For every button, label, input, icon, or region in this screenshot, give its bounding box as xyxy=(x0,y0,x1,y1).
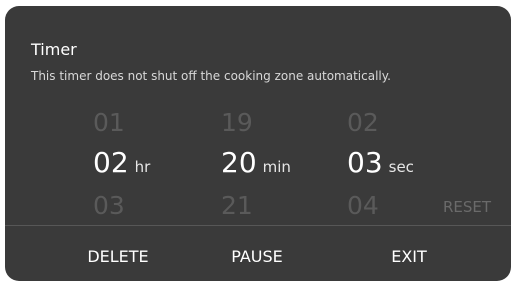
seconds-selected[interactable]: 03 sec xyxy=(347,146,414,184)
seconds-prev-value[interactable]: 02 xyxy=(347,108,379,138)
timer-dialog: Timer This timer does not shut off the c… xyxy=(5,6,511,281)
pause-button[interactable]: PAUSE xyxy=(205,247,309,267)
hours-prev-value[interactable]: 01 xyxy=(93,108,125,138)
delete-button[interactable]: DELETE xyxy=(65,247,171,267)
hours-value: 02 xyxy=(93,146,129,179)
reset-button[interactable]: RESET xyxy=(443,197,491,217)
hours-selected[interactable]: 02 hr xyxy=(93,146,150,184)
dialog-subtitle: This timer does not shut off the cooking… xyxy=(31,69,391,83)
dialog-title: Timer xyxy=(31,40,77,59)
exit-button[interactable]: EXIT xyxy=(359,247,459,267)
minutes-prev-value[interactable]: 19 xyxy=(221,108,253,138)
minutes-next-value[interactable]: 21 xyxy=(221,191,253,221)
minutes-selected[interactable]: 20 min xyxy=(221,146,291,184)
hours-next-value[interactable]: 03 xyxy=(93,191,125,221)
hours-unit: hr xyxy=(134,158,151,176)
seconds-unit: sec xyxy=(388,158,414,176)
minutes-unit: min xyxy=(262,158,291,176)
seconds-value: 03 xyxy=(347,146,383,179)
footer-divider xyxy=(5,225,511,226)
seconds-next-value[interactable]: 04 xyxy=(347,191,379,221)
minutes-value: 20 xyxy=(221,146,257,179)
